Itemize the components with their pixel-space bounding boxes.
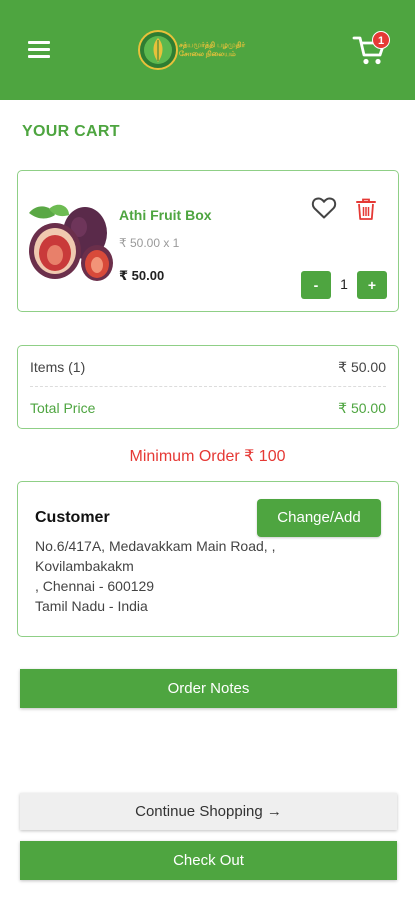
customer-title: Customer bbox=[35, 509, 110, 526]
product-name[interactable]: Athi Fruit Box bbox=[119, 207, 212, 223]
continue-shopping-button[interactable]: Continue Shopping → bbox=[20, 793, 397, 830]
address-line: Tamil Nadu - India bbox=[35, 598, 148, 614]
quantity-value: 1 bbox=[340, 276, 348, 292]
customer-card: Customer Change/Add No.6/417A, Medavakka… bbox=[17, 481, 399, 637]
cart-item-card: Athi Fruit Box ₹ 50.00 x 1 ₹ 50.00 - 1 + bbox=[17, 170, 399, 312]
change-address-button[interactable]: Change/Add bbox=[257, 499, 381, 537]
product-price: ₹ 50.00 bbox=[119, 268, 165, 283]
minimum-order-notice: Minimum Order ₹ 100 bbox=[129, 448, 286, 465]
address-line: Kovilambakakm bbox=[35, 558, 134, 574]
total-value: ₹ 50.00 bbox=[338, 400, 386, 416]
cart-count-badge: 1 bbox=[372, 31, 390, 49]
total-row: Total Price ₹ 50.00 bbox=[30, 400, 386, 416]
brand-logo: சத்யமூர்த்தி பழமுதிர் சோலை நிலையம் bbox=[136, 28, 266, 72]
fig-fruit-image bbox=[23, 199, 119, 289]
trash-icon[interactable] bbox=[355, 197, 377, 221]
items-label: Items (1) bbox=[30, 359, 86, 375]
app-bar: சத்யமூர்த்தி பழமுதிர் சோலை நிலையம் 1 bbox=[0, 0, 415, 100]
check-out-button[interactable]: Check Out bbox=[20, 841, 397, 880]
product-unit-price: ₹ 50.00 x 1 bbox=[119, 236, 180, 250]
order-summary-card: Items (1) ₹ 50.00 Total Price ₹ 50.00 bbox=[17, 345, 399, 429]
order-notes-button[interactable]: Order Notes bbox=[20, 669, 397, 708]
items-row: Items (1) ₹ 50.00 bbox=[30, 359, 386, 375]
quantity-decrease-button[interactable]: - bbox=[301, 271, 331, 299]
address-line: No.6/417A, Medavakkam Main Road, , bbox=[35, 538, 276, 554]
summary-divider bbox=[30, 386, 386, 387]
page-title: YOUR CART bbox=[22, 123, 120, 140]
quantity-increase-button[interactable]: + bbox=[357, 271, 387, 299]
address-line: , Chennai - 600129 bbox=[35, 578, 155, 594]
hamburger-menu-icon[interactable] bbox=[28, 41, 50, 59]
heart-outline-icon[interactable] bbox=[311, 196, 337, 220]
total-label: Total Price bbox=[30, 400, 96, 416]
items-value: ₹ 50.00 bbox=[338, 359, 386, 375]
